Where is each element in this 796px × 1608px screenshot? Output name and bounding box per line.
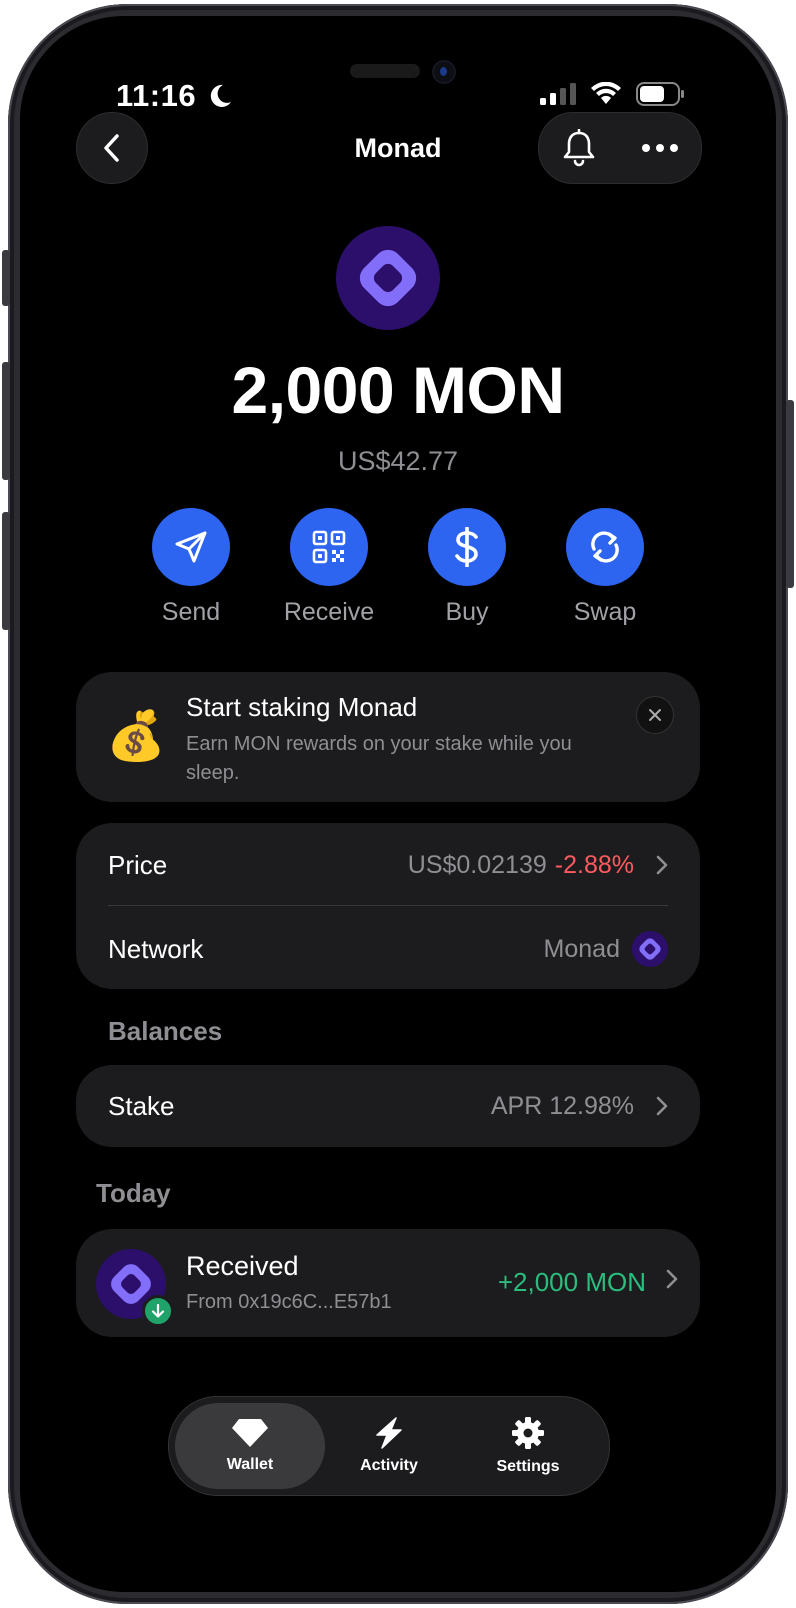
money-bag-icon: 💰 [106,710,166,763]
moon-icon [211,84,232,107]
fiat-balance: US$42.77 [337,446,459,476]
chevron-right-icon [656,855,668,875]
stake-apr: APR 12.98% [490,1091,634,1120]
buy-action[interactable]: Buy [407,508,527,627]
power-button [786,400,794,588]
header-actions [538,112,702,184]
tab-activity-label: Activity [360,1457,418,1474]
monad-token-logo [336,226,440,330]
transaction-amount: +2,000 MON [497,1267,646,1297]
row-divider [108,905,668,906]
network-value: Monad [543,934,620,963]
swap-icon [591,531,619,563]
more-options-button[interactable] [641,143,679,153]
status-time: 11:16 [116,78,233,114]
quick-actions: Send Receive Buy Swap [130,508,670,638]
chevron-right-icon [666,1269,678,1289]
action-button [2,250,10,306]
promo-subtitle: Earn MON rewards on your stake while you… [186,733,572,784]
monad-logo-icon [359,249,417,307]
stake-card[interactable]: Stake APR 12.98% [76,1065,700,1147]
swap-action[interactable]: Swap [545,508,665,627]
battery-icon [636,82,684,106]
today-section-title: Today [96,1178,171,1208]
price-change: -2.88% [554,850,634,879]
lightning-icon [376,1417,402,1449]
price-label: Price [108,849,168,880]
tab-bar: Wallet Activity Settings [168,1396,610,1496]
send-button[interactable] [152,508,230,586]
send-action[interactable]: Send [131,508,251,627]
volume-up-button [2,362,10,480]
cellular-signal-icon [540,83,576,105]
chevron-right-icon [656,1096,668,1116]
network-value-group: Monad [544,931,668,967]
token-details-card: Price US$0.02139 -2.88% Network Monad [76,823,700,989]
token-balance: 2,000 MON [231,353,565,427]
received-badge [142,1295,174,1327]
notifications-button[interactable] [561,129,597,167]
tab-activity[interactable]: Activity [314,1403,464,1489]
dismiss-promo-button[interactable] [636,696,674,734]
monad-network-icon [632,931,668,967]
receive-label: Receive [283,598,375,626]
qr-code-icon [312,530,346,564]
status-icons [540,82,686,106]
receive-button[interactable] [290,508,368,586]
stake-label: Stake [108,1090,175,1121]
price-value: US$0.02139 [407,850,547,879]
balances-section-title: Balances [108,1016,223,1046]
staking-promo-card[interactable]: 💰 Start staking Monad Earn MON rewards o… [76,672,700,802]
camera-icon [432,60,456,84]
tab-wallet-label: Wallet [226,1456,274,1473]
dynamic-island [350,64,420,78]
buy-label: Buy [445,598,489,626]
send-label: Send [161,598,221,626]
dollar-icon [455,527,478,567]
promo-title: Start staking Monad [186,692,418,722]
price-value-group: US$0.02139 -2.88% [408,851,668,880]
network-label: Network [108,933,204,964]
volume-down-button [2,512,10,630]
price-row[interactable]: Price US$0.02139 -2.88% [108,845,668,885]
network-row: Network Monad [108,929,668,969]
arrow-down-icon [151,1304,165,1318]
ellipsis-icon [642,144,678,152]
transaction-row[interactable]: Received From 0x19c6C...E57b1 +2,000 MON [76,1229,700,1337]
gear-icon [512,1417,544,1449]
bell-icon [563,129,595,167]
swap-button[interactable] [566,508,644,586]
receive-action[interactable]: Receive [269,508,389,627]
tab-settings-label: Settings [496,1458,560,1475]
swap-label: Swap [573,598,637,626]
send-icon [175,531,207,563]
buy-button[interactable] [428,508,506,586]
close-icon [649,709,661,721]
transaction-sender: From 0x19c6C...E57b1 [186,1291,392,1313]
gem-icon [232,1419,268,1447]
transaction-title: Received [186,1251,299,1281]
stake-row[interactable]: Stake APR 12.98% [108,1086,668,1126]
status-time-text: 11:16 [116,78,197,113]
tab-wallet[interactable]: Wallet [175,1403,325,1489]
app-screen: 11:16 Monad 2,000 MON US$42.77 Send Rece… [20,16,776,1592]
stake-value-group: APR 12.98% [491,1092,668,1121]
tab-settings[interactable]: Settings [453,1403,603,1489]
wifi-icon [591,82,621,104]
